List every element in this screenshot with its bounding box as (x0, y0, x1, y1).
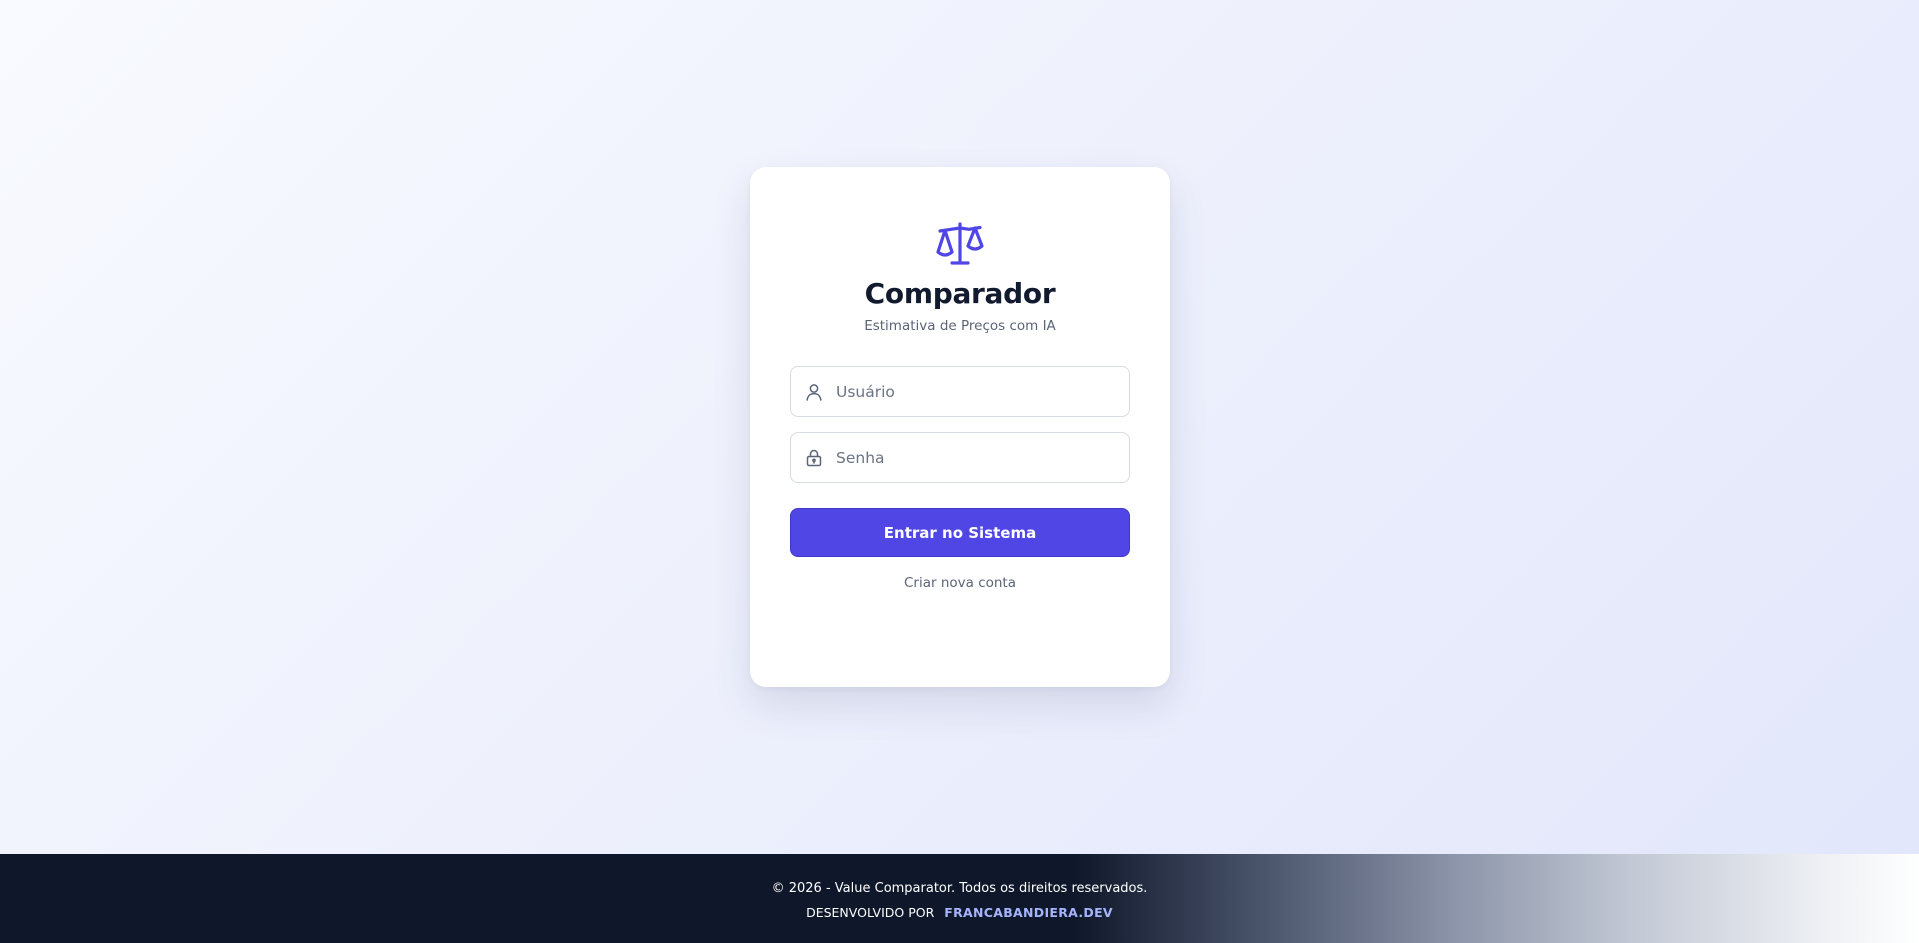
scale-icon (936, 222, 984, 265)
password-input[interactable] (836, 433, 1121, 482)
username-field[interactable] (790, 366, 1130, 417)
lock-icon (806, 449, 822, 467)
login-card: Comparador Estimativa de Preços com IA E… (750, 167, 1170, 687)
developed-by-label: DESENVOLVIDO POR (806, 905, 935, 920)
user-icon (806, 384, 822, 401)
developer-credit: DESENVOLVIDO POR FRANCABANDIERA.DEV (0, 905, 1919, 920)
app-subtitle: Estimativa de Preços com IA (864, 318, 1056, 334)
login-page: Comparador Estimativa de Preços com IA E… (0, 0, 1919, 854)
username-input[interactable] (836, 367, 1121, 416)
login-button[interactable]: Entrar no Sistema (790, 508, 1130, 557)
copyright-text: © 2026 - Value Comparator. Todos os dire… (771, 881, 1148, 896)
password-field[interactable] (790, 432, 1130, 483)
developer-link[interactable]: FRANCABANDIERA.DEV (944, 905, 1113, 920)
create-account-link[interactable]: Criar nova conta (750, 575, 1170, 591)
app-title: Comparador (864, 277, 1056, 310)
footer: © 2026 - Value Comparator. Todos os dire… (0, 854, 1919, 943)
